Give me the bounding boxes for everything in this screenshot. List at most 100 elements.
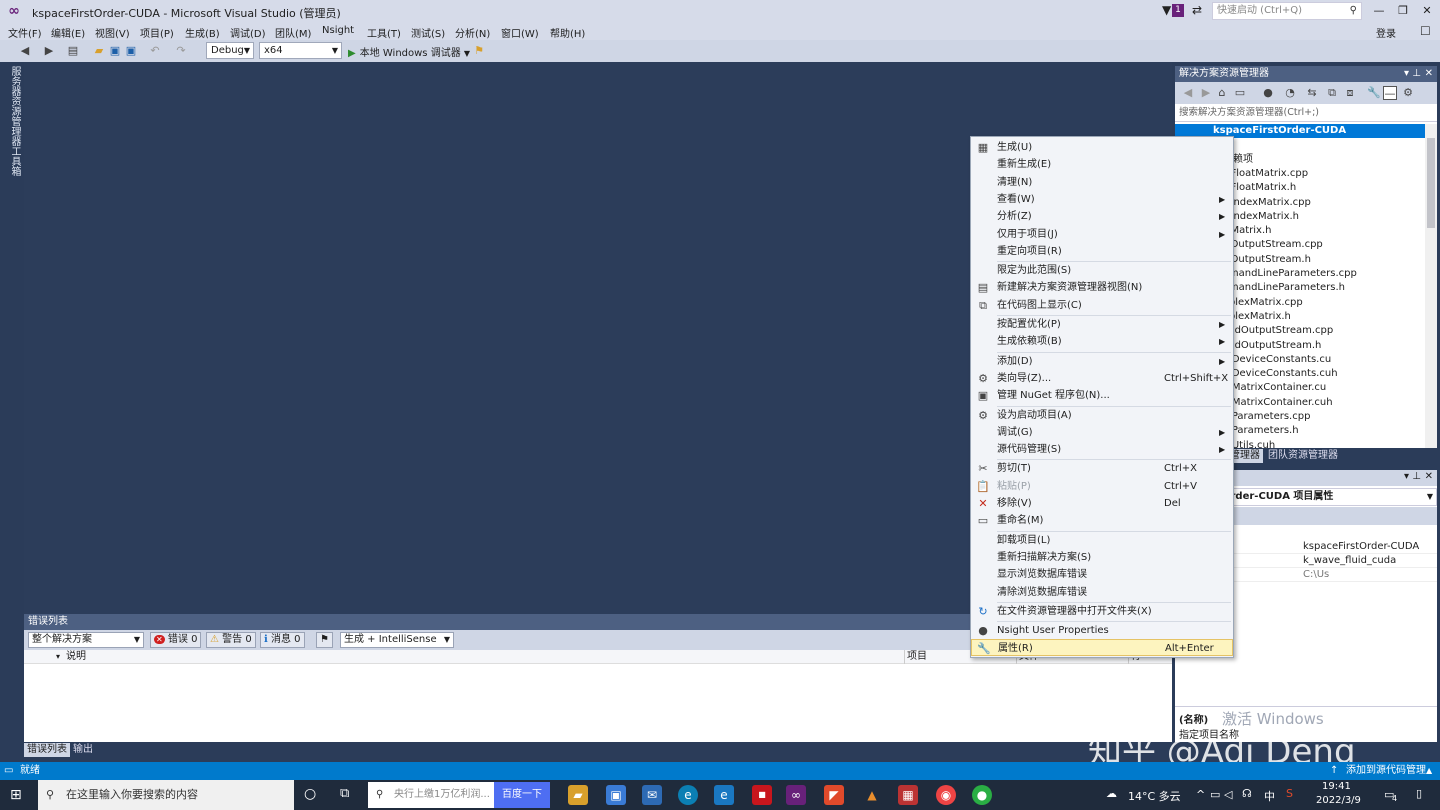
network-icon[interactable]: ▭	[1210, 788, 1220, 801]
tab-team-explorer[interactable]: 团队资源管理器	[1265, 449, 1341, 463]
menu-edit[interactable]: 编辑(E)	[51, 25, 85, 40]
context-menu-item[interactable]: ✕ 移除(V) Del	[971, 495, 1233, 512]
show-all-files-icon[interactable]: ⧈	[1343, 86, 1357, 100]
menu-tools[interactable]: 工具(T)	[367, 25, 401, 40]
app-icon[interactable]: ■	[752, 785, 772, 805]
new-project-icon[interactable]: ▤	[66, 44, 80, 58]
forward-icon[interactable]: ▶	[1199, 86, 1213, 100]
pin-icon[interactable]: ⊥	[1412, 471, 1421, 482]
edge-icon[interactable]: e	[678, 785, 698, 805]
server-explorer-tab[interactable]: 服务器资源管理器	[6, 66, 20, 146]
toolbox-tab[interactable]: 工具箱	[6, 146, 20, 176]
column-project[interactable]: 项目	[904, 650, 927, 664]
taskbar-search-input[interactable]: ⚲ 在这里输入你要搜索的内容	[38, 780, 294, 810]
tab-error-list[interactable]: 错误列表	[24, 743, 70, 757]
context-menu-item[interactable]: ▣ 管理 NuGet 程序包(N)...	[971, 387, 1233, 404]
menu-file[interactable]: 文件(F)	[8, 25, 42, 40]
task-view-icon[interactable]: ⧉	[340, 786, 349, 801]
messages-filter-button[interactable]: ℹ 消息 0	[260, 632, 305, 648]
ie-icon[interactable]: e	[714, 785, 734, 805]
quick-launch-input[interactable]: 快速启动 (Ctrl+Q) ⚲	[1212, 2, 1362, 20]
store-icon[interactable]: ▣	[606, 785, 626, 805]
collapse-all-icon[interactable]: ⧉	[1325, 86, 1339, 100]
wifi-icon[interactable]: ☊	[1242, 787, 1252, 800]
clock-time[interactable]: 19:41	[1322, 781, 1351, 792]
context-menu-item[interactable]: ⚙ 设为启动项目(A)	[971, 407, 1233, 424]
context-menu-item[interactable]: 调试(G) ▶	[971, 424, 1233, 441]
windows-start-icon[interactable]: ⊞	[10, 787, 22, 803]
app-icon[interactable]: ▦	[898, 785, 918, 805]
scope-select[interactable]: 整个解决方案 ▼	[28, 632, 144, 648]
back-icon[interactable]: ◀	[1181, 86, 1195, 100]
show-desktop-icon[interactable]: ▯	[1416, 787, 1422, 800]
undo-icon[interactable]: ↶	[148, 44, 162, 58]
context-menu-item[interactable]: 🔧 属性(R) Alt+Enter	[971, 639, 1233, 657]
mail-icon[interactable]: ✉	[642, 785, 662, 805]
properties-icon[interactable]: 🔧	[1367, 86, 1381, 100]
build-filter-select[interactable]: 生成 + IntelliSense ▼	[340, 632, 454, 648]
app-icon[interactable]: ◤	[824, 785, 844, 805]
notification-badge[interactable]: 1	[1172, 4, 1184, 17]
close-button[interactable]: ✕	[1418, 3, 1436, 19]
pending-changes-icon[interactable]: ◔	[1283, 86, 1297, 100]
platform-select[interactable]: x64 ▼	[259, 42, 342, 59]
filter-icon[interactable]: ▼	[1162, 3, 1171, 17]
visual-studio-taskbar-icon[interactable]: ∞	[786, 785, 806, 805]
chrome-icon[interactable]: ◉	[936, 785, 956, 805]
context-menu-item[interactable]: 重定向项目(R)	[971, 243, 1233, 260]
context-menu-item[interactable]: 重新生成(E)	[971, 156, 1233, 173]
ime-indicator[interactable]: 中	[1264, 788, 1275, 804]
preview-icon[interactable]: —	[1383, 86, 1397, 100]
antivirus-icon[interactable]: S	[1286, 787, 1293, 800]
context-menu-item[interactable]: 查看(W) ▶	[971, 191, 1233, 208]
find-in-files-icon[interactable]: ⚑	[472, 44, 486, 58]
matlab-icon[interactable]: ▲	[862, 785, 882, 805]
context-menu-item[interactable]: 添加(D) ▶	[971, 353, 1233, 370]
file-explorer-icon[interactable]: ▰	[568, 785, 588, 805]
weather-text[interactable]: 14°C 多云	[1128, 788, 1181, 804]
context-menu-item[interactable]: 清理(N)	[971, 174, 1233, 191]
save-all-icon[interactable]: ▣	[124, 44, 138, 58]
browser-search-box[interactable]: ⚲ 央行上缴1万亿利润... 百度一下	[368, 782, 550, 808]
context-menu-item[interactable]: 显示浏览数据库错误	[971, 566, 1233, 583]
context-menu-item[interactable]: 📋 粘贴(P) Ctrl+V	[971, 478, 1233, 495]
context-menu-item[interactable]: 重新扫描解决方案(S)	[971, 549, 1233, 566]
dropdown-icon[interactable]: ▾	[1404, 66, 1409, 82]
context-menu-item[interactable]: 清除浏览数据库错误	[971, 584, 1233, 601]
menu-build[interactable]: 生成(B)	[185, 25, 220, 40]
sync-icon[interactable]: ⇆	[1305, 86, 1319, 100]
menu-nsight[interactable]: Nsight	[322, 25, 354, 36]
volume-icon[interactable]: ◁	[1224, 788, 1232, 801]
maximize-button[interactable]: ❐	[1394, 3, 1412, 19]
minimize-button[interactable]: —	[1370, 3, 1388, 19]
add-source-control-button[interactable]: 添加到源代码管理	[1346, 762, 1426, 780]
chevron-up-icon[interactable]: ^	[1196, 788, 1205, 801]
scrollbar-thumb[interactable]	[1427, 138, 1435, 228]
context-menu-item[interactable]: ⚙ 类向导(Z)... Ctrl+Shift+X	[971, 370, 1233, 387]
vertical-scrollbar[interactable]	[1425, 124, 1437, 454]
context-menu-item[interactable]: 仅用于项目(J) ▶	[971, 226, 1233, 243]
configuration-select[interactable]: Debug ▼	[206, 42, 254, 59]
context-menu-item[interactable]: 分析(Z) ▶	[971, 208, 1233, 225]
context-menu-item[interactable]: ● Nsight User Properties	[971, 622, 1233, 639]
menu-window[interactable]: 窗口(W)	[501, 25, 539, 40]
home-icon[interactable]: ⌂	[1215, 86, 1229, 100]
solution-search-input[interactable]: 搜索解决方案资源管理器(Ctrl+;)	[1175, 104, 1437, 122]
nsight-icon[interactable]: ●	[1261, 86, 1275, 100]
login-link[interactable]: 登录	[1376, 25, 1396, 40]
redo-icon[interactable]: ↷	[174, 44, 188, 58]
back-icon[interactable]: ◀	[18, 44, 32, 58]
context-menu-item[interactable]: ⧉ 在代码图上显示(C)	[971, 297, 1233, 314]
pin-icon[interactable]: ⊥	[1412, 66, 1421, 82]
tab-output[interactable]: 输出	[70, 743, 96, 757]
cortana-icon[interactable]: ○	[304, 786, 316, 802]
context-menu-item[interactable]: 卸载项目(L)	[971, 532, 1233, 549]
close-icon[interactable]: ✕	[1425, 66, 1433, 82]
context-menu-item[interactable]: 限定为此范围(S)	[971, 262, 1233, 279]
context-menu-item[interactable]: 源代码管理(S) ▶	[971, 441, 1233, 458]
clock-date[interactable]: 2022/3/9	[1316, 795, 1361, 806]
switch-views-icon[interactable]: ▭	[1233, 86, 1247, 100]
forward-icon[interactable]: ▶	[42, 44, 56, 58]
context-menu-item[interactable]: ✂ 剪切(T) Ctrl+X	[971, 460, 1233, 477]
baidu-search-button[interactable]: 百度一下	[494, 782, 550, 808]
